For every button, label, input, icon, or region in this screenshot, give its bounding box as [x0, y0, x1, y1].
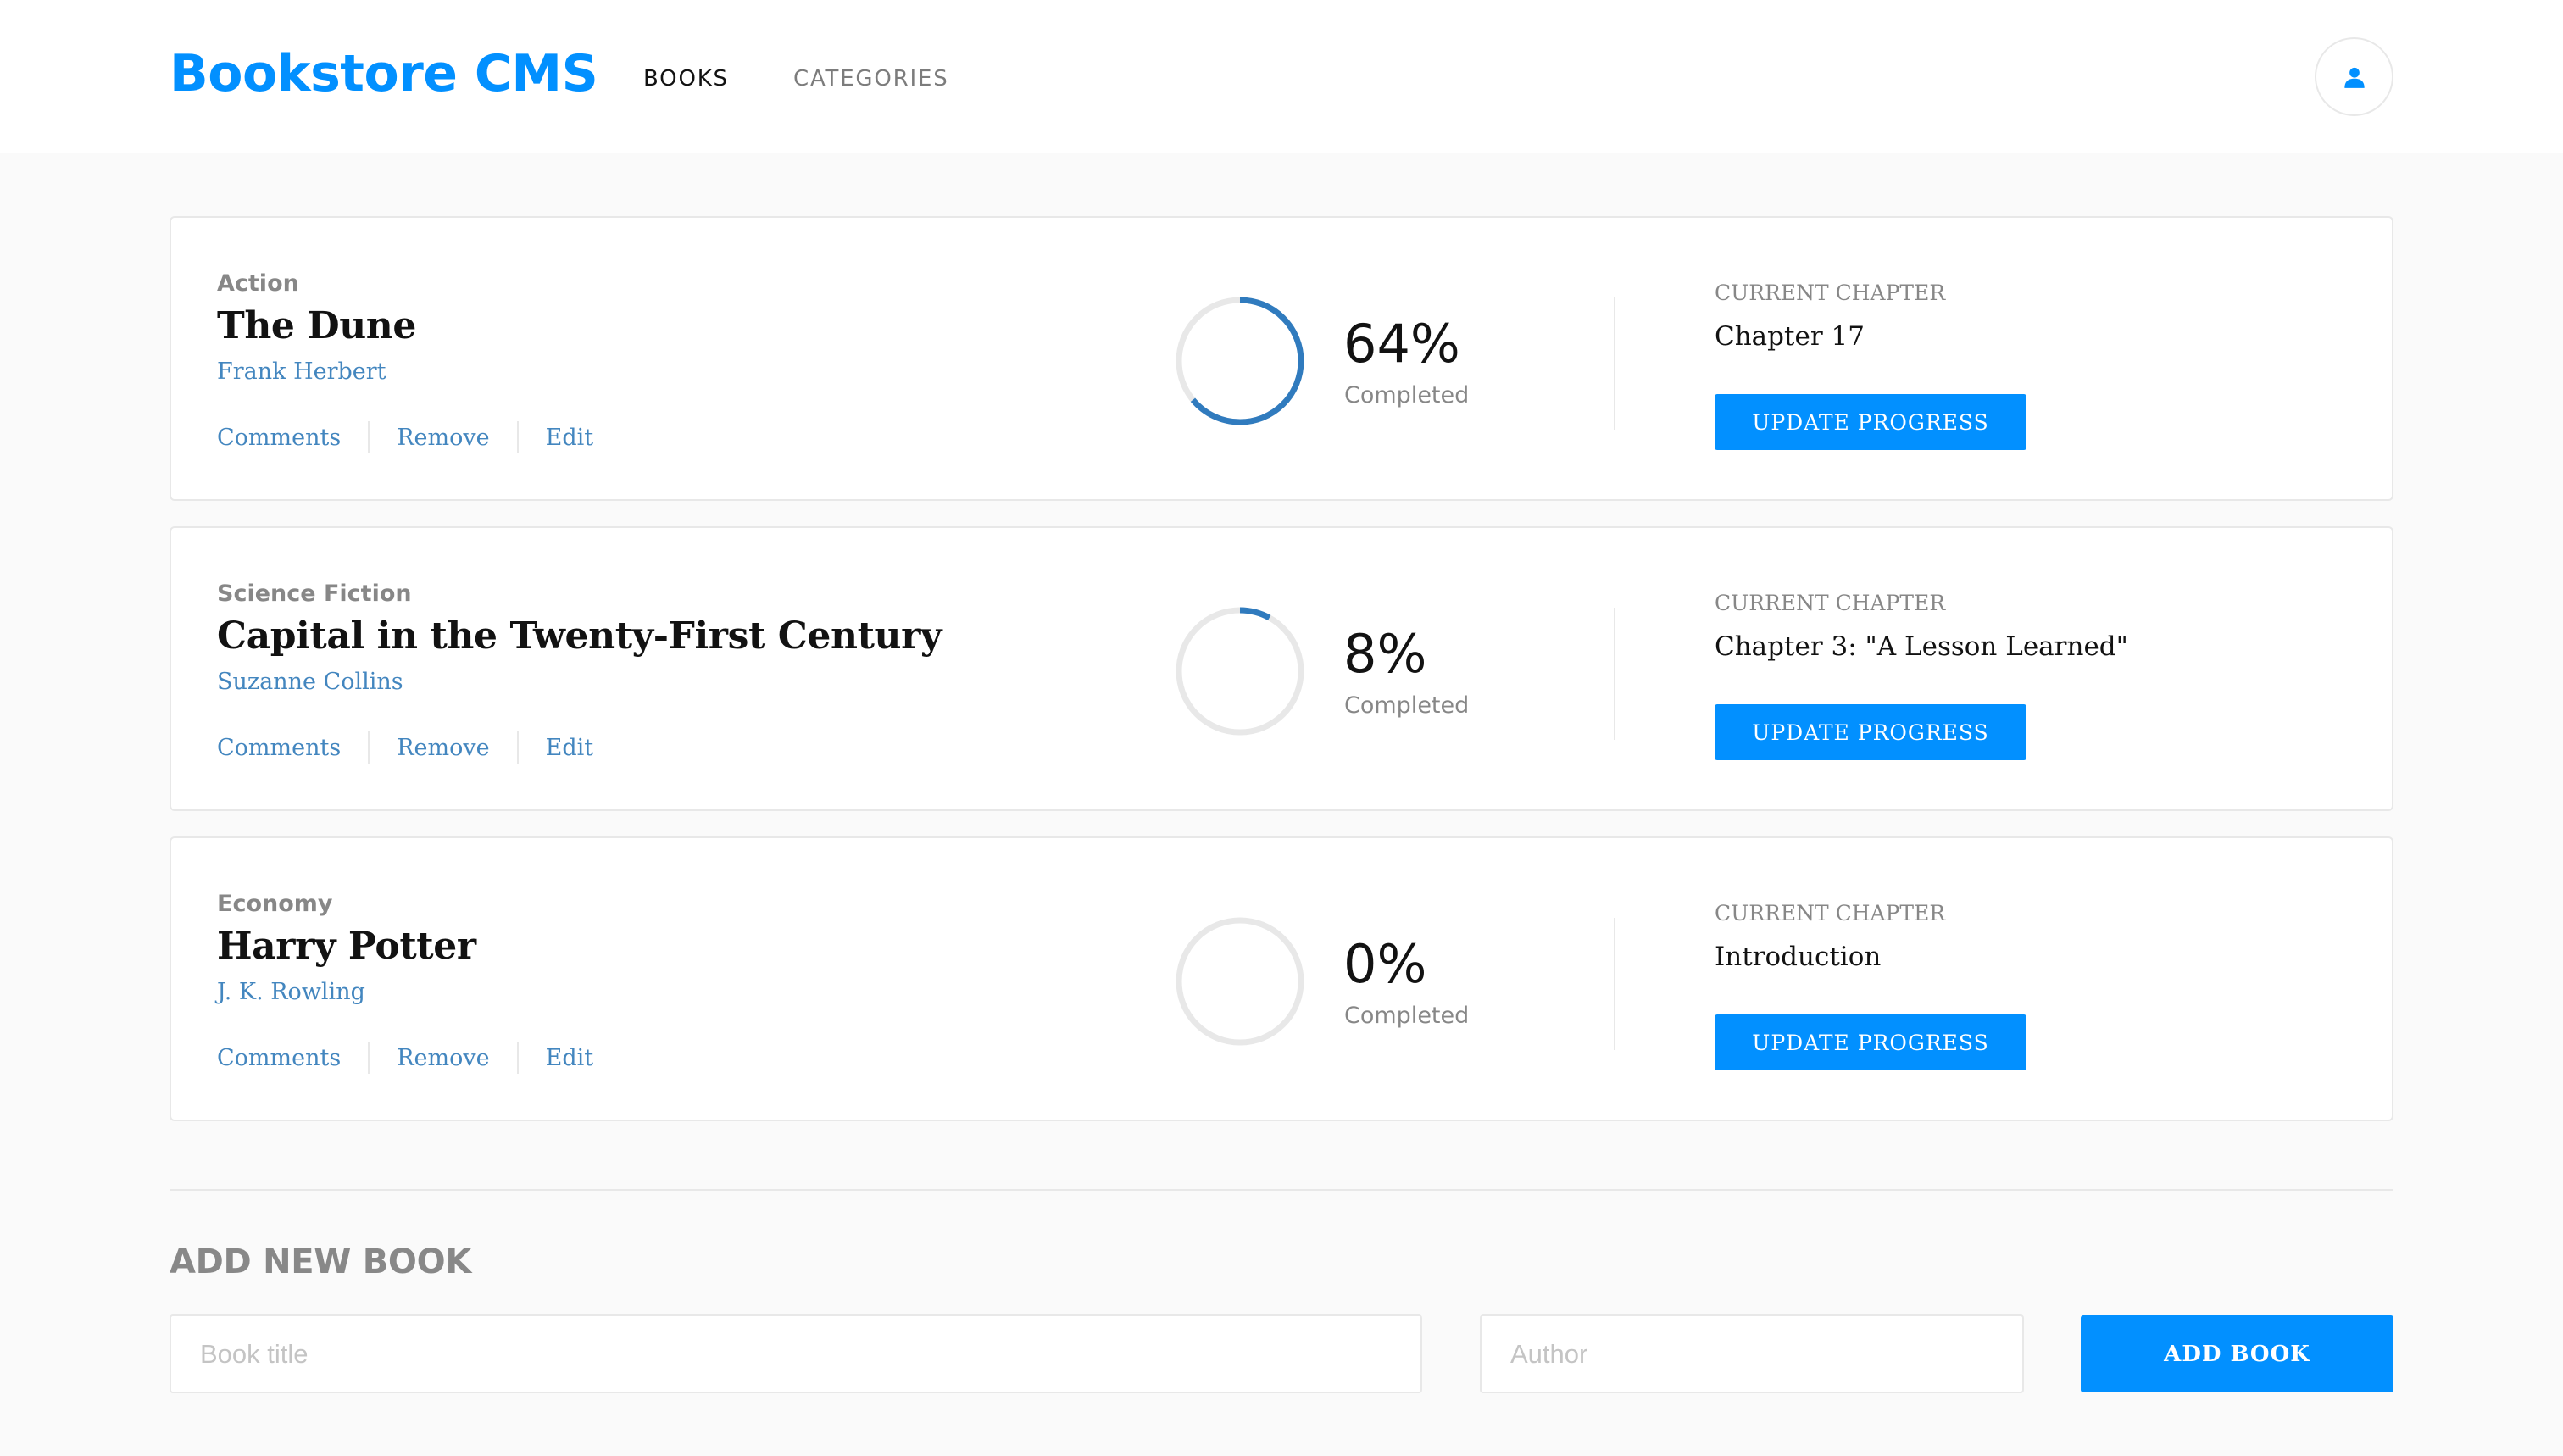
- user-icon: [2343, 67, 2365, 88]
- action-divider: [368, 1042, 370, 1074]
- remove-button[interactable]: Remove: [397, 425, 489, 451]
- book-author[interactable]: J. K. Rowling: [217, 979, 365, 1005]
- app-logo[interactable]: Bookstore CMS: [170, 44, 598, 103]
- progress-ring: [1176, 607, 1304, 736]
- comments-button[interactable]: Comments: [217, 425, 341, 451]
- book-author[interactable]: Suzanne Collins: [217, 669, 403, 695]
- update-progress-button[interactable]: UPDATE PROGRESS: [1715, 704, 2026, 760]
- book-actions: Comments Remove Edit: [217, 731, 593, 764]
- book-card: Action The Dune Frank Herbert Comments R…: [170, 216, 2393, 501]
- action-divider: [516, 1042, 519, 1074]
- progress-ring-track: [1176, 607, 1304, 736]
- completed-label: Completed: [1344, 692, 1470, 719]
- author-input[interactable]: [1480, 1314, 2024, 1393]
- completed-label: Completed: [1344, 382, 1470, 408]
- current-chapter-label: CURRENT CHAPTER: [1715, 281, 1946, 305]
- book-author[interactable]: Frank Herbert: [217, 358, 386, 385]
- add-book-button[interactable]: ADD BOOK: [2081, 1315, 2393, 1392]
- progress-ring: [1176, 917, 1304, 1046]
- nav-categories[interactable]: CATEGORIES: [793, 66, 949, 92]
- action-divider: [516, 421, 519, 453]
- comments-button[interactable]: Comments: [217, 735, 341, 761]
- nav-books[interactable]: BOOKS: [643, 66, 729, 92]
- book-title-input[interactable]: [170, 1314, 1422, 1393]
- book-card: Economy Harry Potter J. K. Rowling Comme…: [170, 836, 2393, 1121]
- update-progress-button[interactable]: UPDATE PROGRESS: [1715, 394, 2026, 450]
- progress-percent: 0%: [1343, 933, 1427, 995]
- comments-button[interactable]: Comments: [217, 1045, 341, 1071]
- current-chapter-label: CURRENT CHAPTER: [1715, 901, 1946, 925]
- user-avatar-button[interactable]: [2315, 37, 2393, 116]
- action-divider: [368, 731, 370, 764]
- vertical-divider: [1614, 608, 1615, 740]
- add-book-heading: ADD NEW BOOK: [170, 1242, 472, 1281]
- book-actions: Comments Remove Edit: [217, 1042, 593, 1074]
- vertical-divider: [1614, 918, 1615, 1050]
- progress-ring-track: [1176, 917, 1304, 1046]
- book-title: The Dune: [217, 304, 416, 347]
- update-progress-button[interactable]: UPDATE PROGRESS: [1715, 1014, 2026, 1070]
- book-category: Economy: [217, 891, 333, 917]
- action-divider: [516, 731, 519, 764]
- book-title: Harry Potter: [217, 925, 476, 968]
- progress-percent: 8%: [1343, 623, 1427, 685]
- vertical-divider: [1614, 297, 1615, 430]
- remove-button[interactable]: Remove: [397, 1045, 489, 1071]
- edit-button[interactable]: Edit: [546, 425, 593, 451]
- current-chapter-value: Introduction: [1715, 942, 1882, 972]
- action-divider: [368, 421, 370, 453]
- book-category: Science Fiction: [217, 581, 412, 607]
- header: Bookstore CMS BOOKS CATEGORIES: [0, 0, 2563, 153]
- book-category: Action: [217, 270, 299, 297]
- edit-button[interactable]: Edit: [546, 1045, 593, 1071]
- completed-label: Completed: [1344, 1003, 1470, 1029]
- book-title: Capital in the Twenty-First Century: [217, 614, 942, 658]
- progress-ring: [1176, 297, 1304, 425]
- book-card: Science Fiction Capital in the Twenty-Fi…: [170, 526, 2393, 811]
- edit-button[interactable]: Edit: [546, 735, 593, 761]
- current-chapter-value: Chapter 3: "A Lesson Learned": [1715, 631, 2128, 662]
- current-chapter-value: Chapter 17: [1715, 321, 1865, 352]
- remove-button[interactable]: Remove: [397, 735, 489, 761]
- book-actions: Comments Remove Edit: [217, 421, 593, 453]
- section-divider: [170, 1189, 2393, 1191]
- current-chapter-label: CURRENT CHAPTER: [1715, 591, 1946, 615]
- progress-percent: 64%: [1343, 313, 1460, 375]
